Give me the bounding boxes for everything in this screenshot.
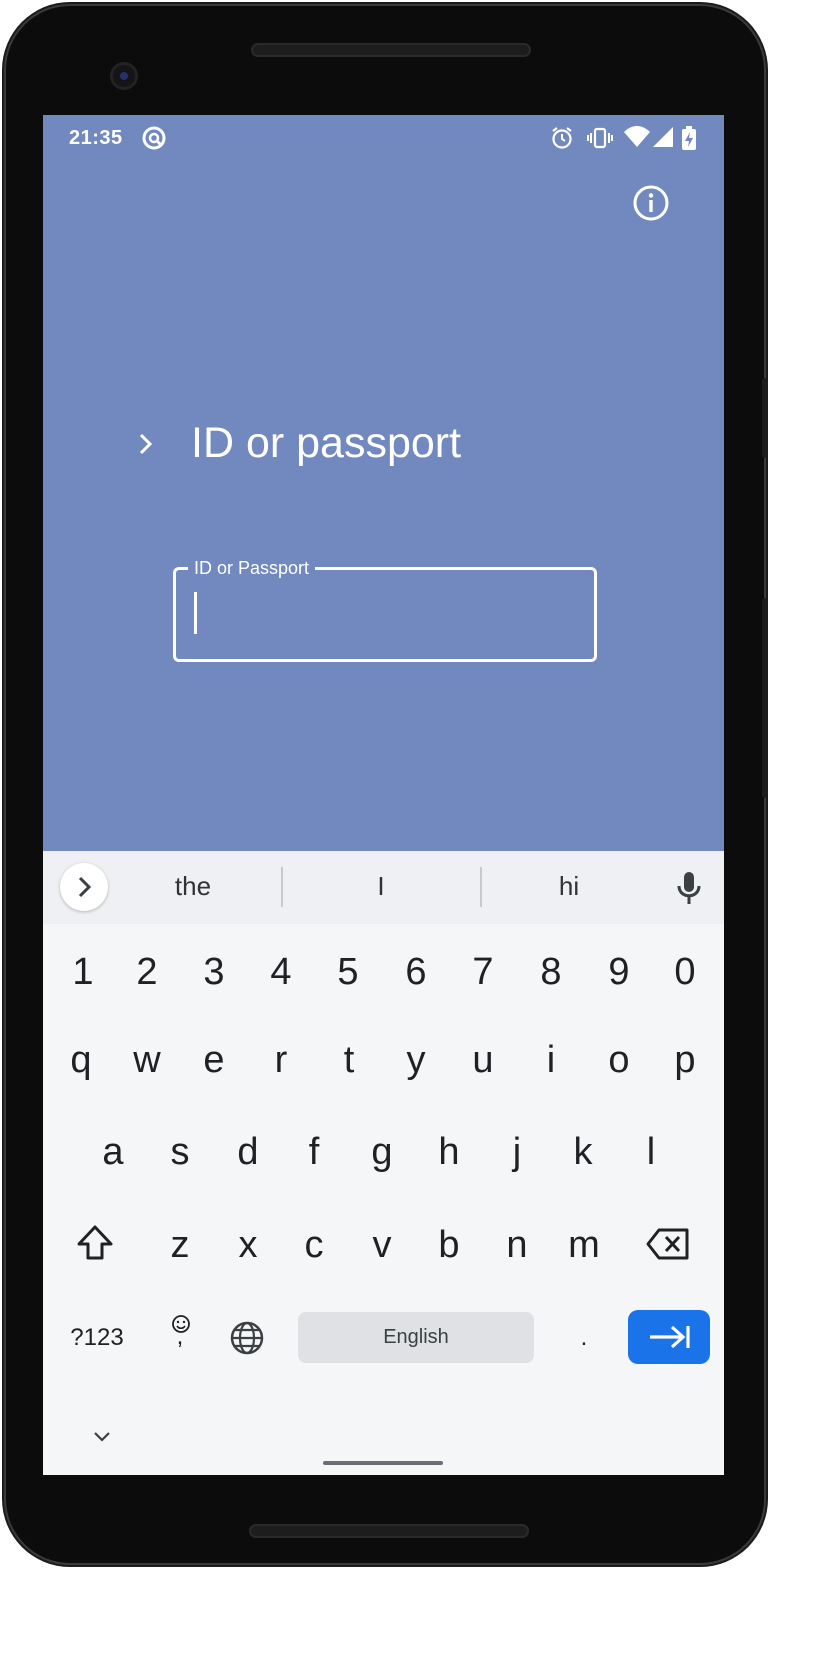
suggestion-bar: the I hi <box>43 851 724 924</box>
key-f[interactable]: f <box>281 1112 347 1192</box>
comma-key[interactable]: , <box>152 1317 208 1357</box>
breadcrumb: ose ID or passport <box>43 415 724 475</box>
backspace-icon[interactable] <box>645 1227 691 1261</box>
key-h[interactable]: h <box>416 1112 482 1192</box>
hide-keyboard-icon[interactable] <box>91 1429 113 1445</box>
info-icon[interactable] <box>631 183 671 223</box>
earpiece-speaker <box>251 43 531 57</box>
sync-circle-icon <box>142 126 166 150</box>
key-e[interactable]: e <box>181 1020 247 1100</box>
volume-button <box>762 598 768 798</box>
suggestion-1[interactable]: the <box>133 871 253 902</box>
key-4[interactable]: 4 <box>248 932 314 1012</box>
keyboard-expand-button[interactable] <box>60 863 108 911</box>
vibrate-icon <box>587 127 613 149</box>
breadcrumb-current-step: ID or passport <box>191 419 462 467</box>
space-bar[interactable]: English <box>298 1312 534 1363</box>
power-button <box>762 378 768 458</box>
wifi-icon <box>624 126 650 147</box>
symbols-key[interactable]: ?123 <box>61 1298 133 1378</box>
signal-icon <box>653 127 673 147</box>
id-field-label: ID or Passport <box>188 556 316 580</box>
key-m[interactable]: m <box>551 1205 617 1285</box>
key-g[interactable]: g <box>349 1112 415 1192</box>
suggestion-2[interactable]: I <box>321 871 441 902</box>
key-1[interactable]: 1 <box>50 932 116 1012</box>
key-k[interactable]: k <box>550 1112 616 1192</box>
status-bar: 21:35 <box>43 115 724 165</box>
period-key[interactable]: . <box>551 1298 617 1378</box>
key-p[interactable]: p <box>652 1020 718 1100</box>
key-l[interactable]: l <box>618 1112 684 1192</box>
suggestion-divider <box>480 867 482 907</box>
alarm-icon <box>552 127 572 149</box>
key-v[interactable]: v <box>349 1205 415 1285</box>
bottom-speaker <box>249 1524 529 1538</box>
key-d[interactable]: d <box>215 1112 281 1192</box>
key-5[interactable]: 5 <box>315 932 381 1012</box>
key-3[interactable]: 3 <box>181 932 247 1012</box>
shift-icon[interactable] <box>75 1223 115 1263</box>
key-o[interactable]: o <box>586 1020 652 1100</box>
suggestion-divider <box>281 867 283 907</box>
key-w[interactable]: w <box>114 1020 180 1100</box>
soft-keyboard: the I hi 1 2 3 4 5 6 7 8 9 0 q w e r t y… <box>43 851 724 1475</box>
id-or-passport-field[interactable]: ID or Passport <box>173 556 597 662</box>
suggestion-3[interactable]: hi <box>509 871 629 902</box>
key-s[interactable]: s <box>147 1112 213 1192</box>
key-9[interactable]: 9 <box>586 932 652 1012</box>
key-q[interactable]: q <box>48 1020 114 1100</box>
key-i[interactable]: i <box>518 1020 584 1100</box>
key-b[interactable]: b <box>416 1205 482 1285</box>
id-or-passport-input[interactable] <box>190 588 584 638</box>
key-6[interactable]: 6 <box>383 932 449 1012</box>
text-cursor <box>194 592 197 634</box>
key-y[interactable]: y <box>383 1020 449 1100</box>
microphone-icon[interactable] <box>673 869 705 907</box>
key-n[interactable]: n <box>484 1205 550 1285</box>
tab-arrow-icon <box>650 1325 690 1349</box>
front-camera <box>110 62 138 90</box>
key-t[interactable]: t <box>316 1020 382 1100</box>
key-8[interactable]: 8 <box>518 932 584 1012</box>
key-c[interactable]: c <box>281 1205 347 1285</box>
key-j[interactable]: j <box>484 1112 550 1192</box>
battery-charging-icon <box>682 126 696 150</box>
key-r[interactable]: r <box>248 1020 314 1100</box>
key-2[interactable]: 2 <box>114 932 180 1012</box>
globe-icon[interactable] <box>229 1320 265 1356</box>
key-a[interactable]: a <box>80 1112 146 1192</box>
app-screen: 21:35 o se <box>43 115 724 1475</box>
chevron-right-icon <box>139 433 153 455</box>
chevron-right-icon <box>78 876 92 898</box>
gesture-navigation-bar[interactable] <box>323 1461 443 1465</box>
next-field-button[interactable] <box>628 1310 710 1364</box>
key-z[interactable]: z <box>147 1205 213 1285</box>
key-0[interactable]: 0 <box>652 932 718 1012</box>
key-7[interactable]: 7 <box>450 932 516 1012</box>
key-x[interactable]: x <box>215 1205 281 1285</box>
key-u[interactable]: u <box>450 1020 516 1100</box>
status-time: 21:35 <box>69 127 123 149</box>
